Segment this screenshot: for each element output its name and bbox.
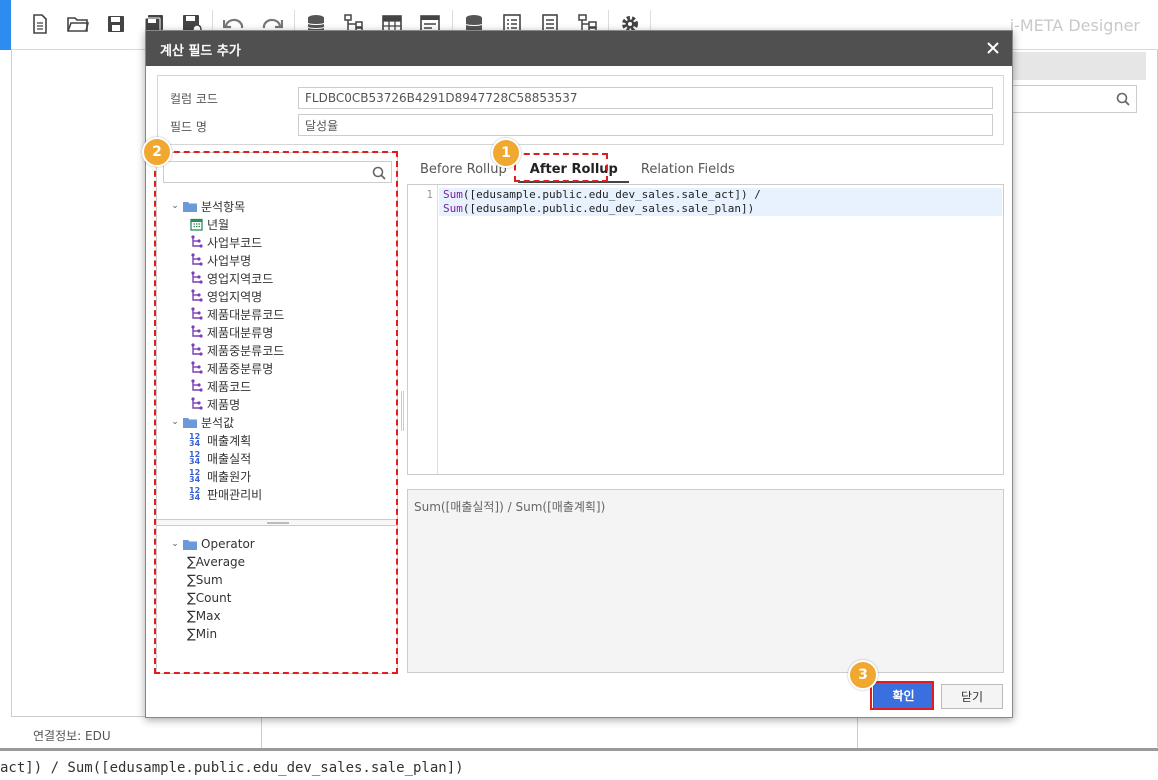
formula-preview: Sum([매출실적]) / Sum([매출계획]) xyxy=(407,489,1004,673)
code-function: Sum xyxy=(443,202,463,215)
right-panel-header xyxy=(1000,52,1146,80)
app-title: i-META Designer xyxy=(1009,16,1140,35)
bottom-separator xyxy=(0,748,1158,751)
column-code-label: 컬럼 코드 xyxy=(170,92,218,106)
field-name-label: 필드 명 xyxy=(170,120,207,134)
toolbar-accent-bar xyxy=(0,0,11,50)
open-folder-icon[interactable] xyxy=(66,12,90,36)
highlight-after-rollup-tab xyxy=(514,153,608,182)
column-code-field[interactable] xyxy=(298,87,993,109)
preview-text: Sum([매출실적]) / Sum([매출계획]) xyxy=(414,500,606,514)
close-icon[interactable] xyxy=(982,37,1004,59)
step-badge-3: 3 xyxy=(848,660,878,690)
connection-info: 연결정보: EDU xyxy=(33,729,111,743)
close-button[interactable]: 닫기 xyxy=(941,684,1003,709)
formula-bar-text: act]) / Sum([edusample.public.edu_dev_sa… xyxy=(0,760,464,776)
line-gutter: 1 xyxy=(408,185,438,474)
right-panel-search[interactable] xyxy=(1000,85,1137,113)
step-badge-2: 2 xyxy=(142,137,172,167)
field-name-field[interactable] xyxy=(298,114,993,136)
status-divider xyxy=(261,717,262,749)
status-divider xyxy=(857,717,858,749)
save-icon[interactable] xyxy=(104,12,128,36)
code-line[interactable]: Sum([edusample.public.edu_dev_sales.sale… xyxy=(439,188,1002,216)
code-text: ([edusample.public.edu_dev_sales.sale_ac… xyxy=(462,188,761,201)
vertical-splitter[interactable] xyxy=(401,391,404,431)
code-text: ([edusample.public.edu_dev_sales.sale_pl… xyxy=(462,202,755,215)
tab-relation-fields[interactable]: Relation Fields xyxy=(629,155,746,183)
search-icon[interactable] xyxy=(1116,92,1130,109)
field-info-box: 컬럼 코드 필드 명 xyxy=(157,75,1004,145)
new-document-icon[interactable] xyxy=(28,12,52,36)
dialog-header: 계산 필드 추가 xyxy=(146,31,1012,66)
line-number: 1 xyxy=(426,188,433,201)
highlight-field-tree xyxy=(154,151,398,674)
status-bar: 연결정보: EDU xyxy=(11,716,868,749)
highlight-confirm-button xyxy=(870,681,934,710)
dialog-title: 계산 필드 추가 xyxy=(160,44,241,59)
step-badge-1: 1 xyxy=(491,138,521,168)
formula-editor[interactable]: 1 Sum([edusample.public.edu_dev_sales.sa… xyxy=(407,184,1004,475)
code-function: Sum xyxy=(443,188,463,201)
